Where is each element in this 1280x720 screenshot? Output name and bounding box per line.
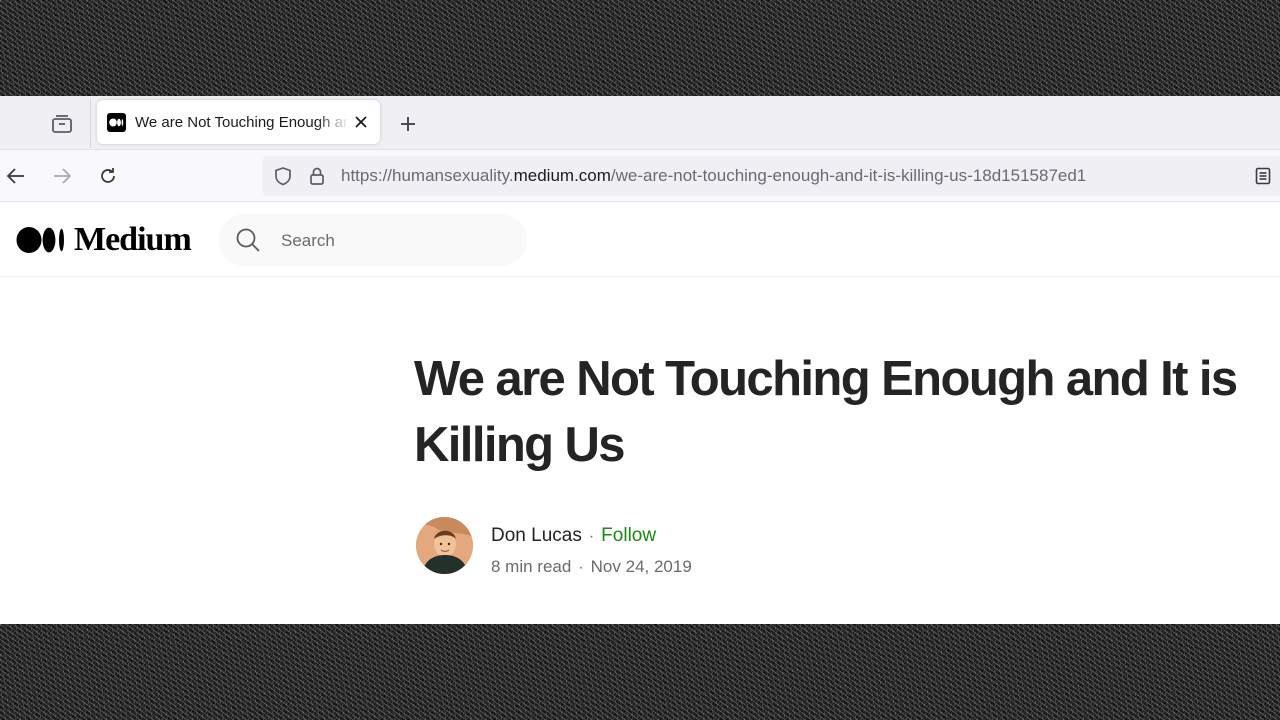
separator-dot: · (588, 528, 595, 545)
static-noise-top (0, 0, 1280, 96)
tab-divider (90, 98, 91, 148)
url-path: /we-are-not-touching-enough-and-it-is-ki… (610, 166, 1087, 185)
search-input[interactable] (279, 226, 513, 256)
tab-active[interactable]: We are Not Touching Enough and It is Kil… (97, 100, 380, 144)
medium-header: Medium (0, 202, 1280, 277)
address-bar[interactable]: https://humansexuality.medium.com/we-are… (262, 156, 1280, 196)
article-title: We are Not Touching Enough and It is Kil… (414, 352, 1238, 472)
tab-overview-icon[interactable] (48, 111, 76, 137)
author-name[interactable]: Don Lucas (491, 525, 582, 546)
url-text[interactable]: https://humansexuality.medium.com/we-are… (341, 166, 1086, 186)
author-line: Don Lucas · Follow (491, 524, 656, 548)
reader-view-icon[interactable] (1252, 165, 1274, 187)
medium-favicon-icon (107, 113, 126, 132)
author-avatar[interactable] (416, 517, 473, 574)
tab-strip: We are Not Touching Enough and It is Kil… (0, 96, 1280, 150)
medium-logo-text: Medium (74, 221, 192, 258)
url-prefix: https://humansexuality. (341, 166, 514, 185)
url-host: medium.com (513, 166, 611, 185)
search-icon (235, 227, 261, 253)
medium-logo[interactable]: Medium (16, 221, 192, 258)
read-time: 8 min read (491, 557, 572, 576)
forward-arrow-icon[interactable] (49, 163, 75, 189)
tracking-protection-shield-icon[interactable] (272, 165, 294, 187)
follow-button[interactable]: Follow (601, 525, 656, 546)
reload-icon[interactable] (95, 163, 121, 189)
tab-title: We are Not Touching Enough and It is Kil… (135, 114, 349, 131)
new-tab-plus-icon[interactable] (395, 111, 421, 137)
back-arrow-icon[interactable] (3, 163, 29, 189)
article-meta: 8 min read · Nov 24, 2019 (491, 556, 692, 578)
publish-date: Nov 24, 2019 (590, 557, 692, 576)
separator-dot: · (578, 559, 584, 576)
browser-window: We are Not Touching Enough and It is Kil… (0, 96, 1280, 624)
navigation-bar: https://humansexuality.medium.com/we-are… (0, 150, 1280, 202)
static-noise-bottom (0, 624, 1280, 720)
search-bar[interactable] (219, 214, 527, 266)
close-tab-icon[interactable] (351, 112, 371, 132)
medium-logo-mark-icon (16, 227, 64, 253)
lock-icon[interactable] (306, 165, 328, 187)
